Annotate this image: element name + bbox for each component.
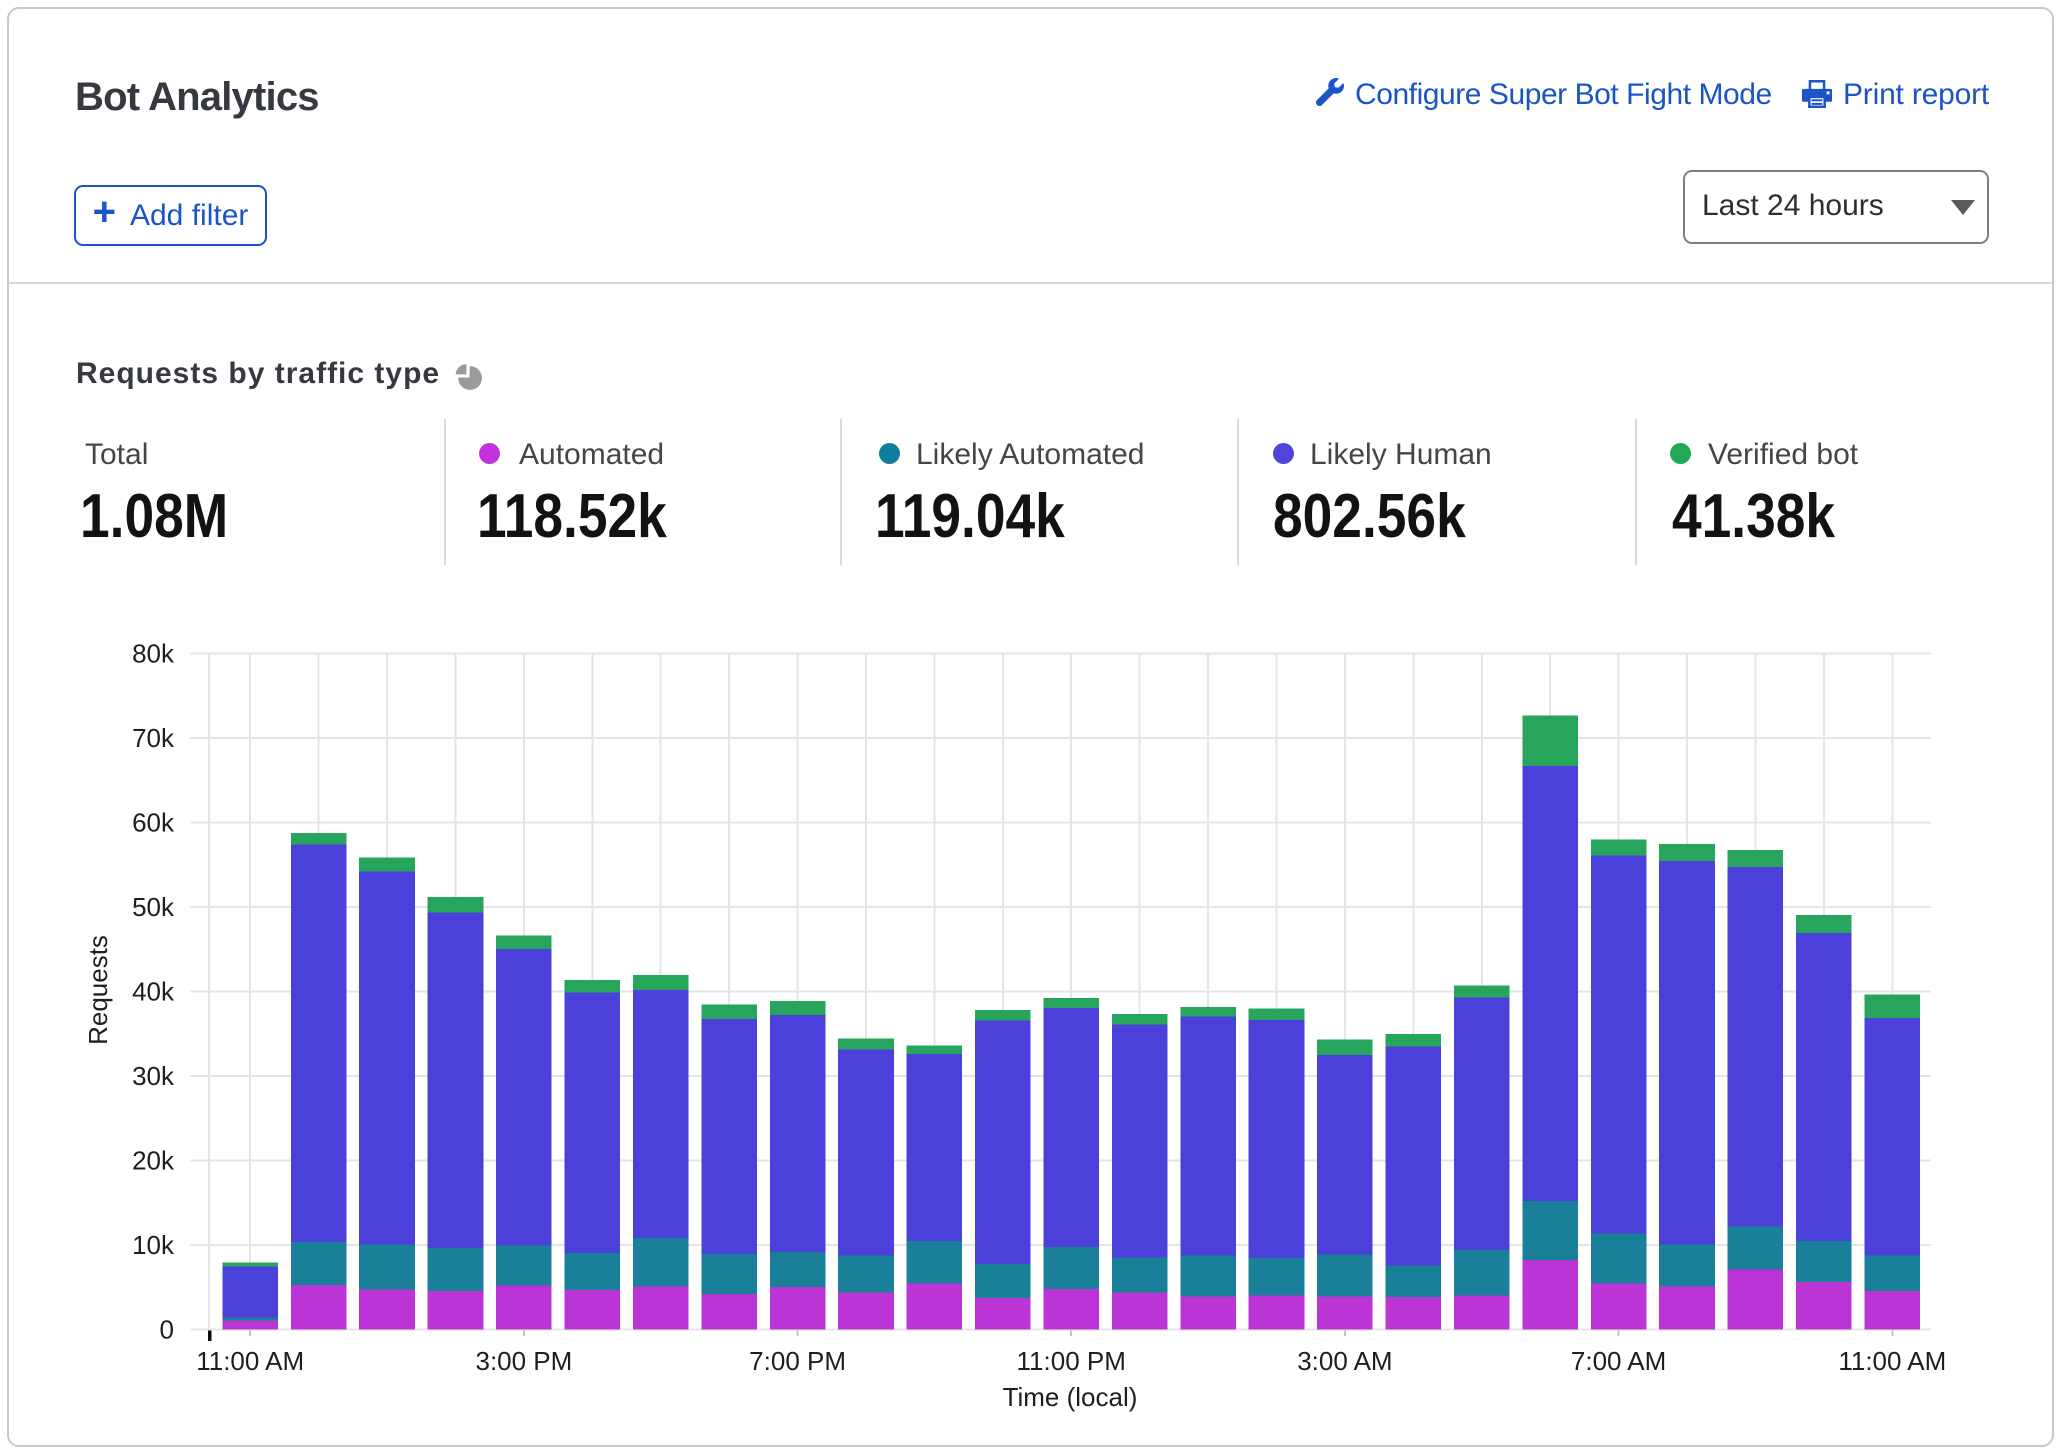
svg-text:70k: 70k: [132, 723, 175, 753]
svg-text:60k: 60k: [132, 808, 175, 838]
svg-text:30k: 30k: [132, 1061, 175, 1091]
svg-text:80k: 80k: [132, 639, 175, 669]
svg-text:20k: 20k: [132, 1146, 175, 1176]
svg-text:3:00 PM: 3:00 PM: [475, 1346, 572, 1376]
svg-text:11:00 AM: 11:00 AM: [196, 1346, 304, 1376]
svg-text:10k: 10k: [132, 1230, 175, 1260]
svg-text:0: 0: [160, 1315, 174, 1345]
svg-text:50k: 50k: [132, 892, 175, 922]
svg-text:40k: 40k: [132, 977, 175, 1007]
svg-text:3:00 AM: 3:00 AM: [1297, 1346, 1392, 1376]
svg-text:11:00 AM: 11:00 AM: [1838, 1346, 1946, 1376]
svg-text:11:00 PM: 11:00 PM: [1017, 1346, 1126, 1376]
svg-text:7:00 AM: 7:00 AM: [1571, 1346, 1666, 1376]
svg-text:7:00 PM: 7:00 PM: [749, 1346, 846, 1376]
svg-text:Requests: Requests: [83, 935, 113, 1045]
svg-text:Time (local): Time (local): [1003, 1382, 1138, 1412]
